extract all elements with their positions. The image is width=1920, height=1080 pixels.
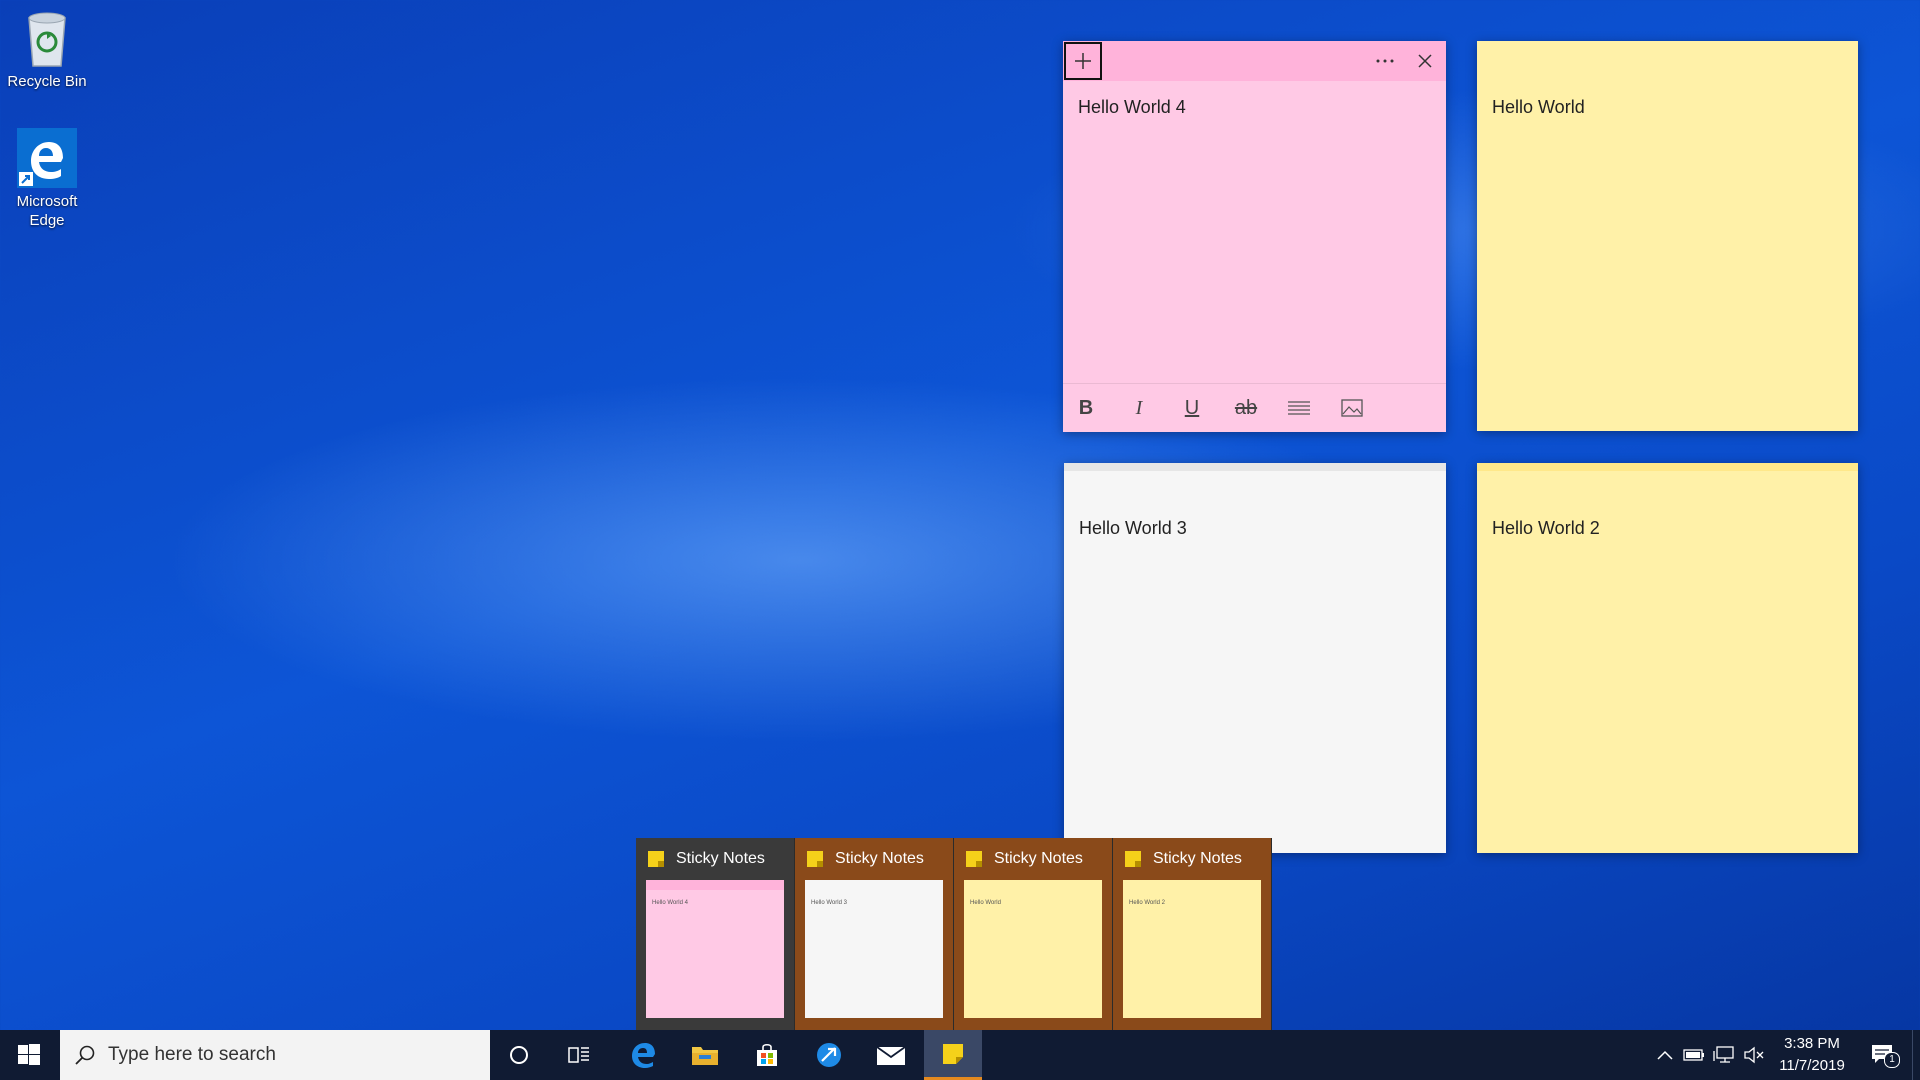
thumbnail-preview-text: Hello World 2 — [1129, 900, 1165, 906]
desktop-icon-label-line2: Edge — [29, 212, 65, 229]
close-icon — [1418, 54, 1432, 68]
sticky-note-yellow-2[interactable]: Hello World 2 — [1477, 463, 1858, 853]
bold-button[interactable]: B — [1069, 392, 1103, 424]
network-icon — [1713, 1046, 1734, 1063]
add-note-button[interactable] — [1064, 42, 1102, 80]
sticky-note-pink[interactable]: Hello World 4 B I U ab — [1063, 41, 1446, 432]
thumbnail-preview-text: Hello World 3 — [811, 900, 847, 906]
thumbnail-title: Sticky Notes — [835, 850, 924, 867]
thumbnail-preview-text: Hello World — [970, 900, 1001, 906]
note-text[interactable]: Hello World 2 — [1492, 518, 1600, 539]
sticky-notes-taskbar-button[interactable] — [924, 1030, 982, 1080]
thumbnail-preview: Hello World 4 — [646, 880, 784, 1018]
note-text[interactable]: Hello World 3 — [1079, 518, 1187, 539]
volume-muted-icon — [1744, 1046, 1764, 1064]
network-button[interactable] — [1713, 1044, 1735, 1066]
close-note-button[interactable] — [1405, 41, 1445, 81]
desktop-icon-recycle-bin[interactable]: Recycle Bin — [0, 8, 95, 91]
task-view-button[interactable] — [550, 1030, 608, 1080]
thumbnail-sticky-notes-2[interactable]: Sticky Notes Hello World 3 — [795, 838, 953, 1030]
sticky-notes-icon — [966, 851, 982, 867]
insert-image-button[interactable] — [1335, 392, 1369, 424]
recycle-bin-icon — [17, 8, 77, 68]
note-text[interactable]: Hello World 4 — [1078, 97, 1186, 118]
notification-count-badge: 1 — [1884, 1052, 1900, 1068]
image-icon — [1341, 399, 1363, 417]
thumbnail-preview: Hello World — [964, 880, 1102, 1018]
store-button[interactable] — [738, 1030, 796, 1080]
volume-button[interactable] — [1743, 1044, 1765, 1066]
chevron-up-icon — [1657, 1050, 1673, 1060]
italic-button[interactable]: I — [1122, 392, 1156, 424]
cortana-button[interactable] — [490, 1030, 548, 1080]
mini-titlebar — [646, 880, 784, 890]
thumbnail-preview: Hello World 3 — [805, 880, 943, 1018]
thumbnail-sticky-notes-1[interactable]: Sticky Notes Hello World 4 — [636, 838, 794, 1030]
underline-button[interactable]: U — [1175, 392, 1209, 424]
edge-icon — [17, 128, 77, 188]
ellipsis-icon — [1376, 59, 1394, 63]
clock-button[interactable]: 3:38 PM 11/7/2019 — [1768, 1030, 1856, 1080]
thumbnail-sticky-notes-4[interactable]: Sticky Notes Hello World 2 — [1113, 838, 1271, 1030]
windows-logo-icon — [18, 1044, 40, 1065]
search-placeholder: Type here to search — [108, 1044, 276, 1065]
show-desktop-button[interactable] — [1912, 1030, 1920, 1080]
sticky-note-white[interactable]: Hello World 3 — [1064, 463, 1446, 853]
desktop-icon-label: Recycle Bin — [7, 73, 87, 90]
search-icon — [75, 1045, 95, 1065]
start-button[interactable] — [0, 1030, 58, 1080]
action-center-button[interactable]: 1 — [1868, 1044, 1900, 1068]
list-icon — [1288, 401, 1310, 415]
note-top-strip — [1477, 463, 1858, 471]
thumbnail-preview-text: Hello World 4 — [652, 900, 688, 906]
app-icon — [817, 1043, 841, 1067]
task-view-icon — [568, 1047, 589, 1063]
mail-button[interactable] — [862, 1030, 920, 1080]
desktop-icon-edge[interactable]: Microsoft Edge — [0, 128, 95, 230]
thumbnail-sticky-notes-3[interactable]: Sticky Notes Hello World — [954, 838, 1112, 1030]
store-icon — [757, 1043, 777, 1066]
sticky-note-yellow-1[interactable]: Hello World — [1477, 41, 1858, 431]
file-explorer-button[interactable] — [676, 1030, 734, 1080]
thumbnail-title: Sticky Notes — [994, 850, 1083, 867]
strikethrough-button[interactable]: ab — [1229, 392, 1263, 424]
taskbar-thumbnail-flyout: Sticky Notes Hello World 4 Sticky Notes … — [636, 838, 1272, 1030]
battery-button[interactable] — [1683, 1044, 1705, 1066]
search-box[interactable]: Type here to search — [60, 1030, 490, 1080]
file-explorer-icon — [692, 1047, 718, 1065]
bullet-list-button[interactable] — [1282, 392, 1316, 424]
clock-time: 3:38 PM — [1784, 1035, 1840, 1052]
show-hidden-icons-button[interactable] — [1654, 1044, 1676, 1066]
app-button[interactable] — [800, 1030, 858, 1080]
sticky-notes-icon — [1125, 851, 1141, 867]
edge-icon — [632, 1043, 655, 1068]
note-text[interactable]: Hello World — [1492, 97, 1585, 118]
desktop-icon-label-line1: Microsoft — [16, 193, 78, 210]
sticky-notes-icon — [807, 851, 823, 867]
clock-date: 11/7/2019 — [1779, 1057, 1845, 1074]
sticky-notes-icon — [943, 1043, 963, 1064]
plus-icon — [1075, 53, 1091, 69]
more-menu-button[interactable] — [1365, 41, 1405, 81]
battery-icon — [1683, 1049, 1704, 1061]
sticky-notes-icon — [648, 851, 664, 867]
thumbnail-title: Sticky Notes — [676, 850, 765, 867]
formatting-toolbar: B I U ab — [1063, 383, 1446, 432]
mail-icon — [876, 1046, 906, 1065]
taskbar: Type here to search 3:38 PM 11/7/2019 1 — [0, 1030, 1920, 1080]
thumbnail-title: Sticky Notes — [1153, 850, 1242, 867]
note-top-strip — [1064, 463, 1446, 471]
thumbnail-preview: Hello World 2 — [1123, 880, 1261, 1018]
cortana-icon — [510, 1046, 528, 1064]
taskbar-edge-button[interactable] — [614, 1030, 672, 1080]
